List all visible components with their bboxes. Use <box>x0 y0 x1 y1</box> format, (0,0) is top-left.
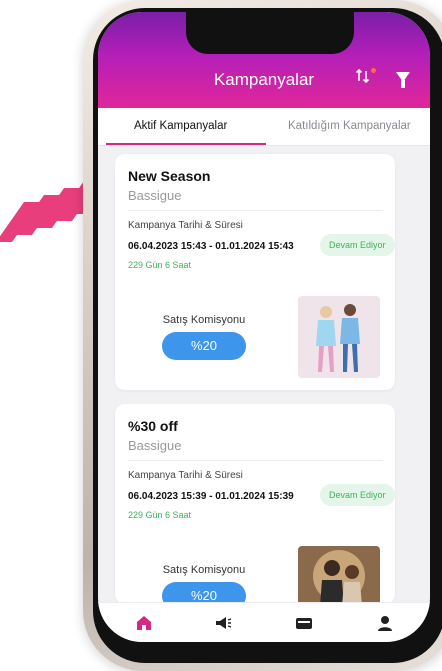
sort-icon[interactable] <box>355 68 377 90</box>
phone-screen: Kampanyalar Aktif Kampanyalar Katıldığım… <box>98 12 430 642</box>
home-icon[interactable] <box>134 613 154 633</box>
page-title: Kampanyalar <box>213 70 315 89</box>
wallet-shape-icon <box>296 618 312 629</box>
commission-label: Satış Komisyonu <box>162 564 246 576</box>
profile-icon[interactable] <box>375 613 395 633</box>
fashion-portrait-image <box>298 546 380 606</box>
campaign-date-label: Kampanya Tarihi & Süresi <box>128 220 243 231</box>
campaign-image[interactable] <box>298 296 380 378</box>
tab-active-campaigns[interactable]: Aktif Kampanyalar <box>134 120 227 132</box>
campaign-card[interactable]: New Season Bassigue Kampanya Tarihi & Sü… <box>115 154 395 390</box>
profile-shape-icon <box>378 616 392 631</box>
campaign-title: %30 off <box>128 418 178 434</box>
tab-joined-campaigns[interactable]: Katıldığım Kampanyalar <box>288 120 411 132</box>
home-shape-icon <box>137 616 151 630</box>
tab-bar: Aktif Kampanyalar Katıldığım Kampanyalar <box>98 108 430 146</box>
bottom-nav <box>98 602 430 642</box>
commission-label: Satış Komisyonu <box>162 314 246 326</box>
fashion-models-image <box>298 296 380 378</box>
campaign-remaining: 229 Gün 6 Saat <box>128 260 192 270</box>
tab-indicator <box>106 143 266 145</box>
filter-icon[interactable] <box>396 72 410 88</box>
campaign-remaining: 229 Gün 6 Saat <box>128 510 192 520</box>
phone-notch <box>186 12 354 54</box>
campaign-brand: Bassigue <box>128 438 182 453</box>
campaign-title: New Season <box>128 168 211 184</box>
campaign-card[interactable]: %30 off Bassigue Kampanya Tarihi & Süres… <box>115 404 395 610</box>
stage: Kampanyalar Aktif Kampanyalar Katıldığım… <box>0 0 442 671</box>
campaign-dates: 06.04.2023 15:39 - 01.01.2024 15:39 <box>128 491 294 502</box>
wallet-icon[interactable] <box>294 613 314 633</box>
campaign-date-label: Kampanya Tarihi & Süresi <box>128 470 243 481</box>
megaphone-icon[interactable] <box>213 613 233 633</box>
campaign-image[interactable] <box>298 546 380 606</box>
commission-pill[interactable]: %20 <box>162 332 246 360</box>
status-badge: Devam Ediyor <box>320 234 395 256</box>
divider <box>128 210 383 211</box>
megaphone-shape-icon <box>216 617 232 629</box>
notification-dot <box>371 68 376 73</box>
divider <box>128 460 383 461</box>
phone-frame: Kampanyalar Aktif Kampanyalar Katıldığım… <box>83 0 442 671</box>
campaign-dates: 06.04.2023 15:43 - 01.01.2024 15:43 <box>128 241 294 252</box>
status-badge: Devam Ediyor <box>320 484 395 506</box>
sort-arrows-icon <box>355 68 370 84</box>
campaign-brand: Bassigue <box>128 188 182 203</box>
